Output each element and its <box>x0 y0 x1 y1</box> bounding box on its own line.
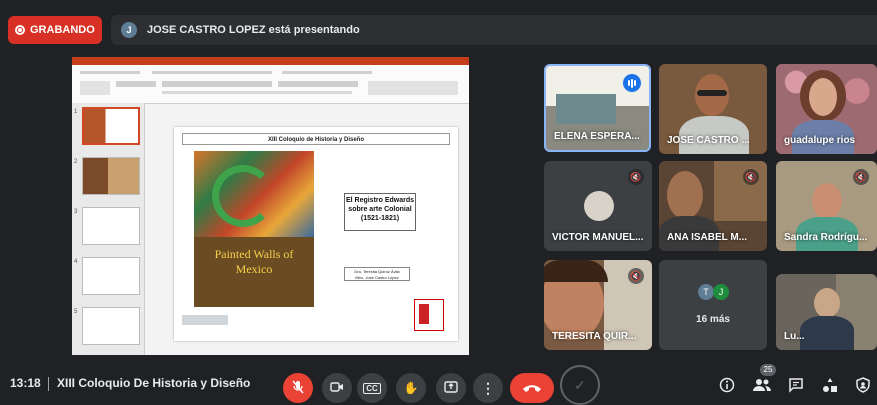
reactions-button[interactable]: ✓ <box>560 365 600 405</box>
mic-toggle-button[interactable] <box>283 373 313 403</box>
current-slide: XIII Coloquio de Historia y Diseño Paint… <box>174 127 458 341</box>
more-count-label: 16 más <box>696 314 730 325</box>
chat-icon <box>788 377 804 396</box>
participant-tile[interactable]: 🔇 ANA ISABEL M... <box>659 161 767 251</box>
more-options-icon: ⋮ <box>481 379 495 396</box>
app-titlebar <box>72 57 469 65</box>
end-call-icon <box>522 380 542 396</box>
participant-tile[interactable]: Lu... <box>776 274 877 350</box>
speaking-indicator-icon <box>623 74 641 92</box>
participant-name: VICTOR MANUEL... <box>552 232 644 243</box>
institution-logo <box>182 315 228 325</box>
recording-indicator[interactable]: GRABANDO <box>8 16 102 44</box>
camera-icon <box>330 381 344 396</box>
people-button[interactable] <box>752 376 772 396</box>
muted-mic-icon: 🔇 <box>853 169 869 185</box>
raise-hand-icon: ✋ <box>403 381 419 395</box>
slide-authors: Dra. Teresita Quiroz Ávila Mtro. José Ca… <box>344 267 410 281</box>
muted-mic-icon: 🔇 <box>628 169 644 185</box>
activities-button[interactable] <box>820 376 840 396</box>
captions-icon: CC <box>363 382 381 394</box>
participant-tile[interactable]: ELENA ESPERA... <box>544 64 651 152</box>
participant-name: ELENA ESPERA... <box>554 131 640 142</box>
more-participants-tile[interactable]: T J 16 más <box>659 260 767 350</box>
present-button[interactable] <box>436 373 466 403</box>
presenting-banner: J JOSE CASTRO LOPEZ está presentando <box>111 15 877 45</box>
coloquio-logo <box>414 299 444 331</box>
slide-thumbnails: 1 2 3 4 5 <box>72 103 145 355</box>
slide-thumbnail[interactable] <box>82 307 140 345</box>
slide-title-line: El Registro Edwards <box>345 197 415 204</box>
raise-hand-button[interactable]: ✋ <box>396 373 426 403</box>
record-icon <box>15 25 25 35</box>
slide-title-box: El Registro Edwards sobre arte Colonial … <box>344 193 416 231</box>
participant-tile[interactable]: JOSE CASTRO ... <box>659 64 767 154</box>
shared-screen[interactable]: 1 2 3 4 5 XIII Coloquio de Historia y Di… <box>72 57 469 355</box>
slide-title-line: (1521-1821) <box>360 215 400 222</box>
present-icon <box>444 380 458 396</box>
participant-count-badge: 25 <box>760 364 776 376</box>
app-ribbon <box>72 57 469 104</box>
meeting-details-button[interactable] <box>717 376 737 396</box>
captions-button[interactable]: CC <box>357 373 387 403</box>
presenting-text: JOSE CASTRO LOPEZ está presentando <box>147 24 360 36</box>
host-controls-button[interactable] <box>853 376 873 396</box>
info-icon <box>719 377 735 396</box>
check-icon: ✓ <box>574 376 586 393</box>
author-line: Mtro. José Castro López <box>355 275 399 280</box>
slide-title-line: sobre arte Colonial <box>348 206 412 213</box>
participant-name: Lu... <box>784 331 805 342</box>
participant-avatar: T <box>698 284 714 300</box>
participant-tile[interactable]: 🔇 Sandra Rodrígu... <box>776 161 877 251</box>
muted-mic-icon: 🔇 <box>628 268 644 284</box>
slide-header: XIII Coloquio de Historia y Diseño <box>182 133 450 145</box>
camera-toggle-button[interactable] <box>322 373 352 403</box>
participant-name: JOSE CASTRO ... <box>667 135 750 146</box>
meeting-title: XIII Coloquio De Historia y Diseño <box>57 376 251 390</box>
meeting-time: 13:18 <box>10 376 41 390</box>
participant-tile[interactable]: 🔇 VICTOR MANUEL... <box>544 161 652 251</box>
end-call-button[interactable] <box>510 373 554 403</box>
mic-off-icon <box>291 380 305 397</box>
participant-name: ANA ISABEL M... <box>667 232 748 243</box>
host-controls-icon <box>855 376 871 396</box>
participant-avatar: J <box>713 284 729 300</box>
slide-thumbnail[interactable] <box>82 107 140 145</box>
recording-label: GRABANDO <box>30 24 95 36</box>
divider <box>48 377 49 391</box>
participant-name: guadalupe rios <box>784 135 856 146</box>
participant-name: Sandra Rodrígu... <box>784 232 868 243</box>
chat-button[interactable] <box>786 376 806 396</box>
slide-thumbnail[interactable] <box>82 257 140 295</box>
activities-icon <box>822 377 838 396</box>
participant-tile[interactable]: 🔇 TERESITA QUIR... <box>544 260 652 350</box>
participant-name: TERESITA QUIR... <box>552 331 637 342</box>
book-cover-image: Painted Walls of Mexico <box>194 151 314 307</box>
participant-tile[interactable]: guadalupe rios <box>776 64 877 154</box>
more-options-button[interactable]: ⋮ <box>473 373 503 403</box>
slide-thumbnail[interactable] <box>82 157 140 195</box>
slide-thumbnail[interactable] <box>82 207 140 245</box>
presenter-avatar: J <box>121 22 137 38</box>
muted-mic-icon: 🔇 <box>743 169 759 185</box>
people-icon <box>753 378 771 395</box>
